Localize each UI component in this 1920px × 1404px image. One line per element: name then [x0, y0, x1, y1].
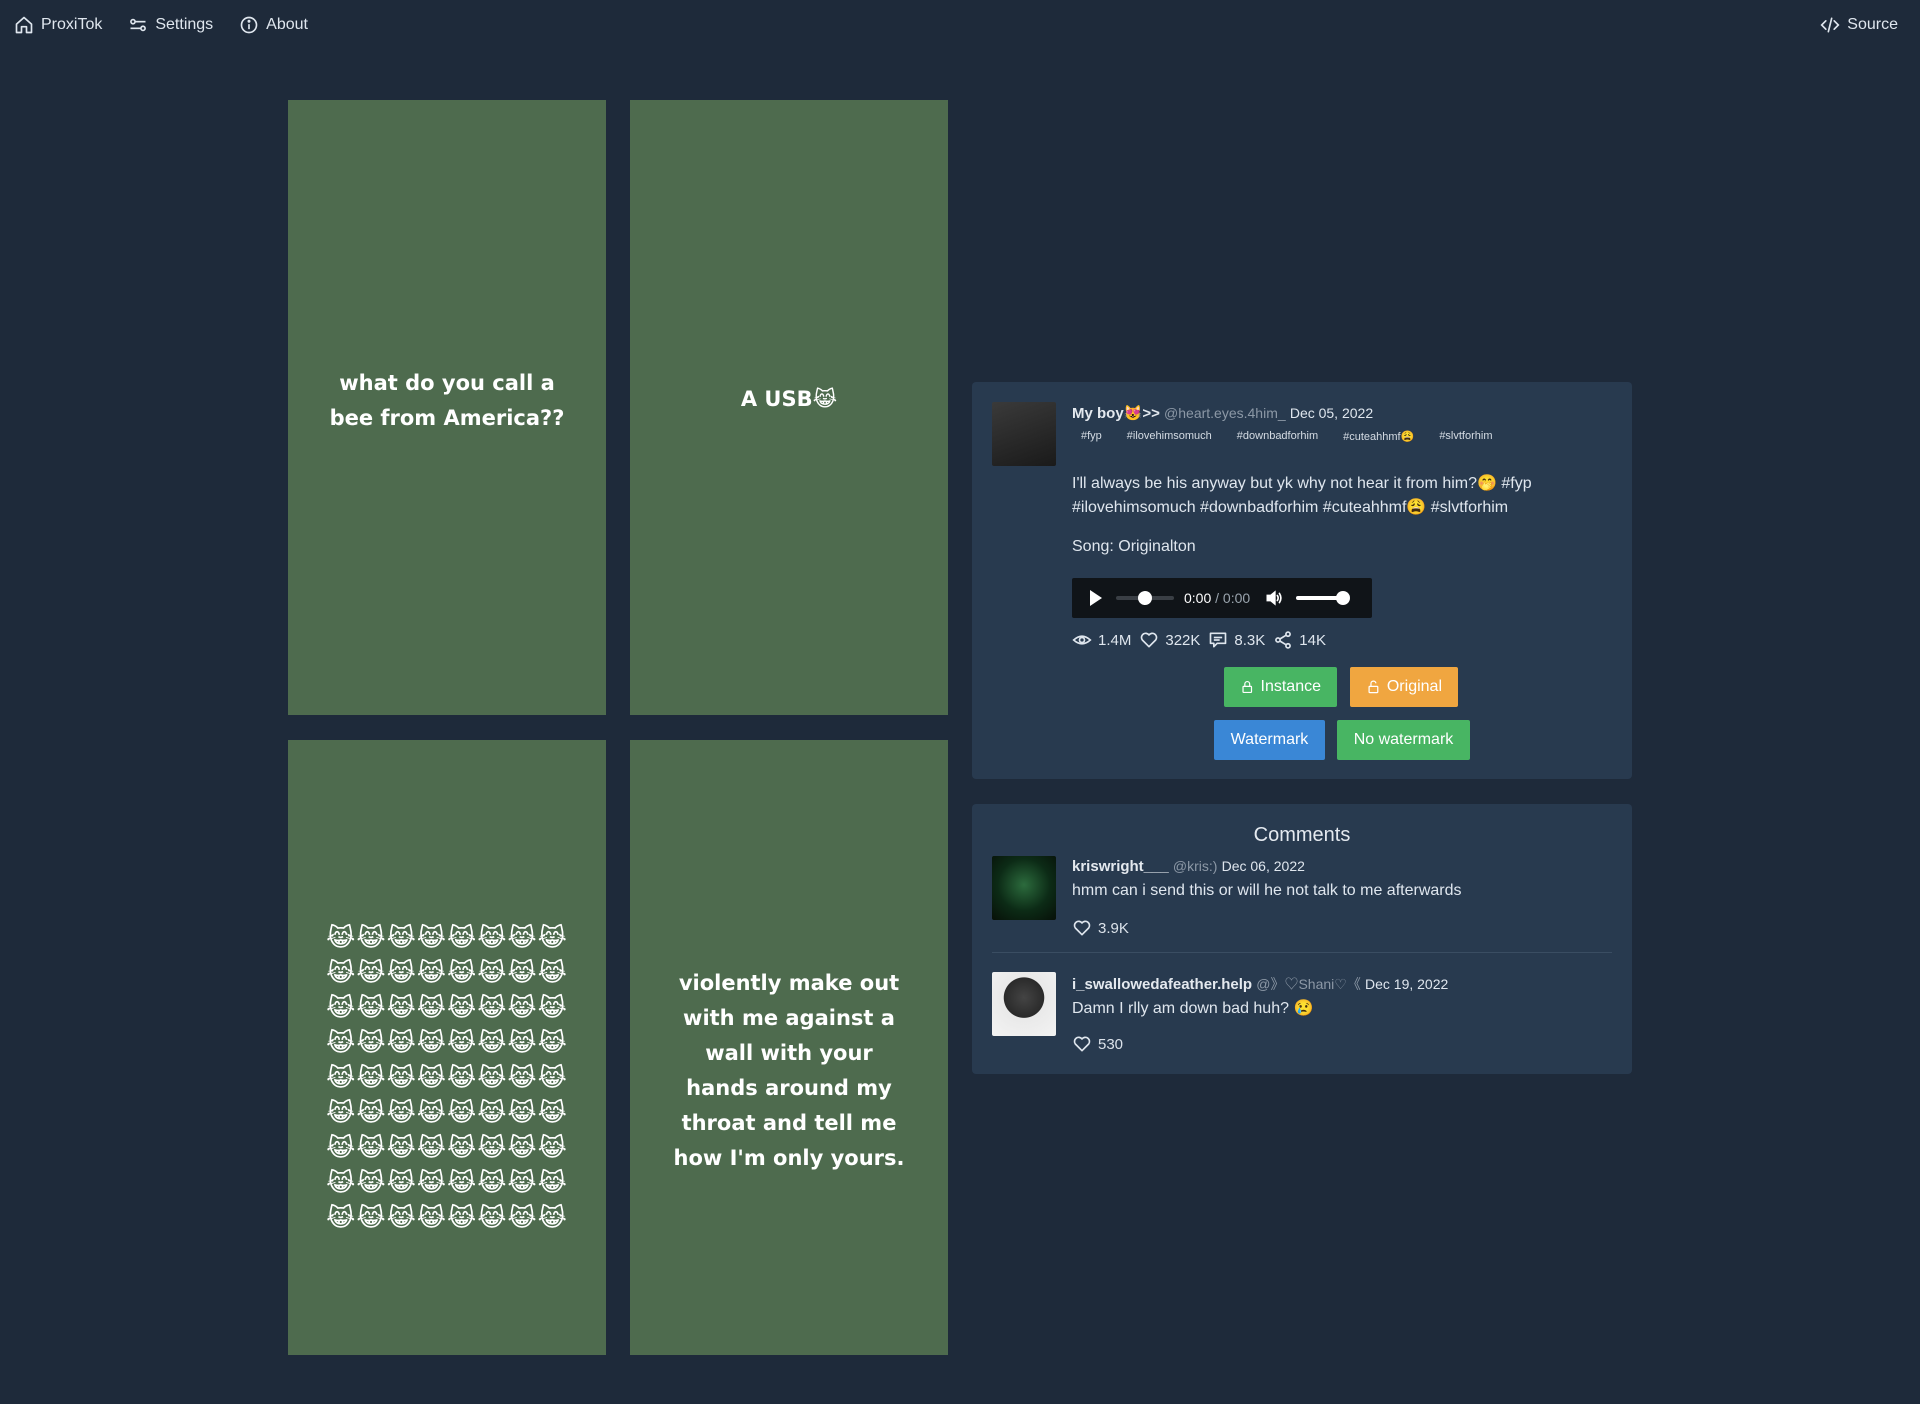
slide-image-4: violently make out with me against a wal…	[630, 740, 948, 1355]
share-icon	[1275, 631, 1292, 649]
home-icon	[15, 16, 33, 34]
volume-icon[interactable]	[1264, 588, 1284, 608]
current-time: 0:00	[1184, 590, 1212, 606]
comments-card: Comments kriswright___ @kris:) Dec 06, 2…	[972, 804, 1632, 1074]
shares-count: 14K	[1299, 631, 1326, 649]
comment-date: Dec 06, 2022	[1221, 858, 1305, 874]
unlock-icon	[1368, 680, 1379, 694]
slide-image-3: 😹😹😹😹😹😹😹😹😹😹😹😹😹😹😹😹😹😹😹😹😹😹😹😹😹😹😹😹😹😹😹😹😹😹😹😹😹😹😹😹…	[288, 740, 606, 1355]
comment-header: kriswright___ @kris:) Dec 06, 2022	[1072, 858, 1305, 875]
comment-like-count: 3.9K	[1098, 919, 1129, 937]
video-description: I'll always be his anyway but yk why not…	[1072, 475, 1532, 516]
tag-link[interactable]: #cuteahhmf😩	[1343, 430, 1414, 443]
song-label: Song: Originalton	[1072, 538, 1196, 555]
commenter-name[interactable]: i_swallowedafeather.help	[1072, 976, 1252, 993]
views-count: 1.4M	[1098, 631, 1132, 649]
nav-about-link[interactable]: About	[239, 15, 308, 35]
tag-link[interactable]: #fyp	[1081, 430, 1102, 443]
download-watermark-button[interactable]: Watermark	[1214, 720, 1325, 760]
instance-button[interactable]: Instance	[1224, 667, 1337, 707]
commenter-avatar[interactable]	[992, 972, 1056, 1036]
comments-stat: 8.3K	[1208, 630, 1265, 650]
download-no-watermark-button[interactable]: No watermark	[1337, 720, 1470, 760]
author-handle[interactable]: @heart.eyes.4him_	[1164, 405, 1286, 421]
commenter-handle[interactable]: @kris:)	[1173, 858, 1218, 874]
author-name[interactable]: My boy😻>>	[1072, 405, 1160, 422]
nav-source-link[interactable]: Source	[1820, 15, 1898, 35]
source-label: Source	[1847, 16, 1898, 33]
tag-link[interactable]: #ilovehimsomuch	[1127, 430, 1212, 443]
comment-like-count: 530	[1098, 1035, 1124, 1053]
comment-date: Dec 19, 2022	[1365, 976, 1449, 992]
info-icon	[240, 16, 258, 34]
video-author-header: My boy😻>> @heart.eyes.4him_ Dec 05, 2022	[1072, 404, 1373, 422]
slide-caption: 😹😹😹😹😹😹😹😹😹😹😹😹😹😹😹😹😹😹😹😹😹😹😹😹😹😹😹😹😹😹😹😹😹😹😹😹😹😹😹😹…	[326, 923, 568, 1232]
original-label: Original	[1386, 678, 1442, 695]
seek-knob[interactable]	[1138, 591, 1152, 605]
comments-title: Comments	[1253, 824, 1351, 846]
original-button[interactable]: Original	[1350, 667, 1458, 707]
comments-count: 8.3K	[1234, 631, 1266, 649]
slide-caption: violently make out with me against a wal…	[673, 971, 905, 1170]
nav-settings-link[interactable]: Settings	[128, 15, 213, 35]
about-label: About	[266, 16, 308, 33]
tag-list: #fyp #ilovehimsomuch #downbadforhim #cut…	[1081, 430, 1493, 443]
settings-label: Settings	[155, 16, 214, 33]
navbar: ProxiTok Settings About Source	[0, 0, 1920, 50]
comment-likes: 530	[1072, 1034, 1123, 1054]
brand-label: ProxiTok	[41, 16, 103, 33]
comment-text: hmm can i send this or will he not talk …	[1072, 882, 1462, 899]
commenter-avatar[interactable]	[992, 856, 1056, 920]
video-stats: 1.4M 322K 8.3K 14K	[1072, 630, 1334, 650]
likes-stat: 322K	[1139, 630, 1200, 650]
likes-count: 322K	[1165, 631, 1201, 649]
lock-icon	[1242, 680, 1253, 694]
time-display: 0:00 / 0:00	[1184, 590, 1250, 606]
comment-text: Damn I rlly am down bad huh? 😢	[1072, 1000, 1314, 1017]
instance-label: Instance	[1260, 678, 1321, 695]
nav-home-link[interactable]: ProxiTok	[14, 15, 102, 35]
heart-icon	[1141, 632, 1158, 648]
shares-stat: 14K	[1273, 630, 1326, 650]
slide-caption: A USB😹	[740, 387, 838, 411]
heart-icon	[1073, 920, 1091, 936]
code-icon	[1820, 17, 1840, 33]
heart-icon	[1073, 1036, 1091, 1052]
commenter-name[interactable]: kriswright___	[1072, 858, 1169, 875]
comment-header: i_swallowedafeather.help @》♡Shani♡《 Dec …	[1072, 974, 1448, 994]
comment-icon	[1210, 632, 1227, 648]
tag-link[interactable]: #downbadforhim	[1237, 430, 1318, 443]
settings-sliders-icon	[130, 18, 147, 32]
comment-divider	[992, 952, 1612, 953]
author-avatar[interactable]	[992, 402, 1056, 466]
seek-slider[interactable]	[1116, 591, 1174, 605]
comment-likes: 3.9K	[1072, 918, 1129, 938]
slide-image-1: what do you call a bee from America??	[288, 100, 606, 715]
video-info-card: My boy😻>> @heart.eyes.4him_ Dec 05, 2022…	[972, 382, 1632, 779]
post-date: Dec 05, 2022	[1289, 405, 1374, 421]
play-icon[interactable]	[1090, 590, 1102, 606]
commenter-handle[interactable]: @》♡Shani♡《	[1256, 976, 1361, 992]
tag-link[interactable]: #slvtforhim	[1439, 430, 1492, 443]
slide-caption: what do you call a bee from America??	[329, 371, 565, 430]
views-stat: 1.4M	[1072, 630, 1131, 650]
slide-image-2: A USB😹	[630, 100, 948, 715]
volume-knob[interactable]	[1336, 591, 1351, 605]
eye-icon	[1072, 635, 1092, 645]
audio-player: 0:00 / 0:00	[1072, 578, 1372, 618]
volume-slider[interactable]	[1296, 591, 1351, 605]
duration: / 0:00	[1215, 590, 1251, 606]
